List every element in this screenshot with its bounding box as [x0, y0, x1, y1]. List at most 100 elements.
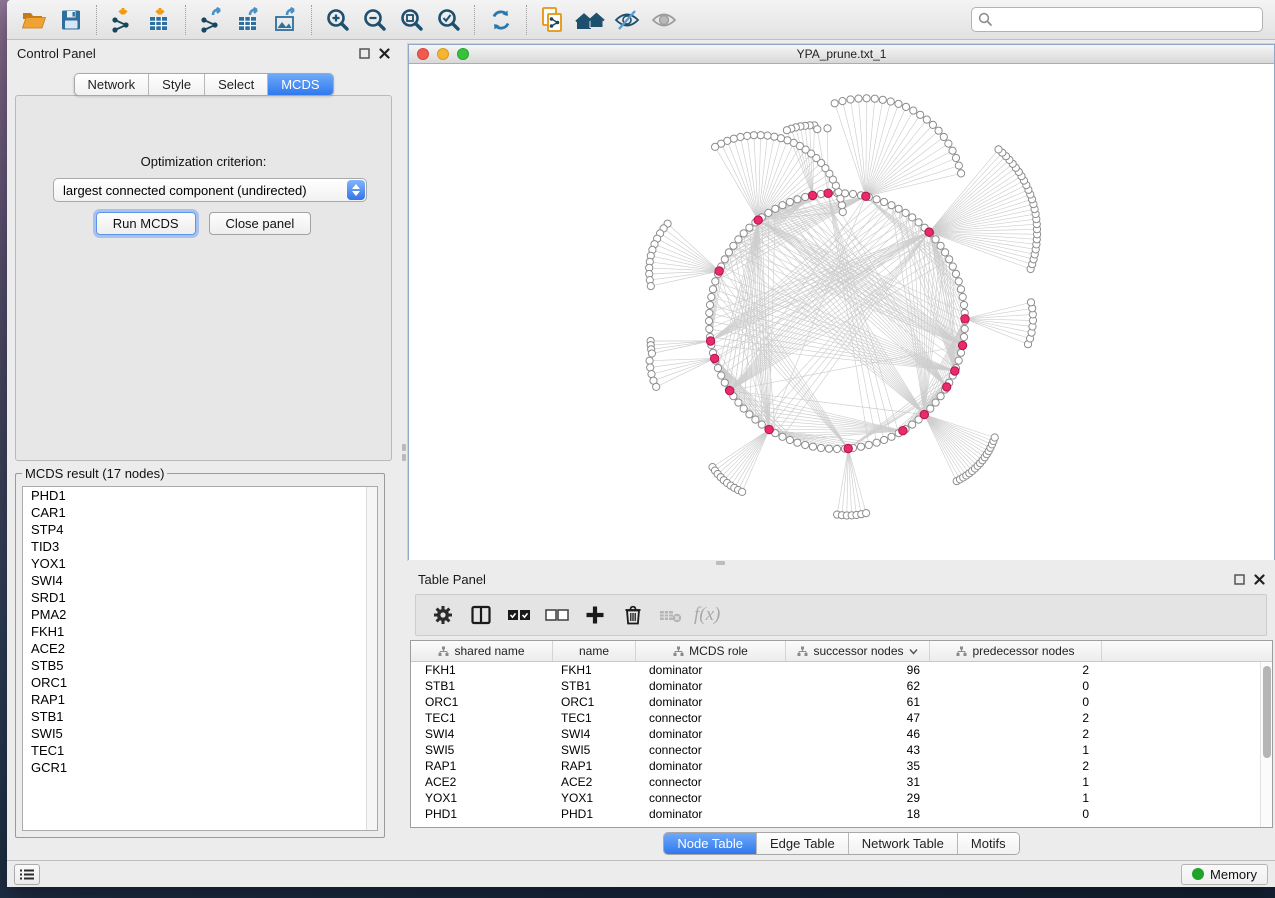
- mcds-result-item[interactable]: STB5: [23, 657, 377, 674]
- delete-table-icon: [658, 606, 684, 624]
- mcds-result-item[interactable]: ACE2: [23, 640, 377, 657]
- table-row[interactable]: SWI4SWI4dominator462: [411, 726, 1272, 742]
- export-network-icon: [198, 7, 226, 33]
- cell-MCDS-role: connector: [636, 791, 786, 805]
- column-header-predecessor-nodes[interactable]: predecessor nodes: [930, 641, 1102, 661]
- table-row[interactable]: STB1STB1dominator620: [411, 678, 1272, 694]
- new-network-from-selection-button[interactable]: [534, 4, 571, 36]
- mcds-result-item[interactable]: PMA2: [23, 606, 377, 623]
- import-table-button[interactable]: [141, 4, 178, 36]
- tab-node-table[interactable]: Node Table: [664, 833, 757, 854]
- column-header-shared-name[interactable]: shared name: [411, 641, 553, 661]
- cell-predecessor-nodes: 0: [930, 807, 1102, 821]
- mcds-result-item[interactable]: CAR1: [23, 504, 377, 521]
- mcds-result-item[interactable]: STP4: [23, 521, 377, 538]
- cell-predecessor-nodes: 2: [930, 663, 1102, 677]
- mcds-result-item[interactable]: STB1: [23, 708, 377, 725]
- search-icon: [978, 12, 993, 32]
- apply-layout-button[interactable]: [482, 4, 519, 36]
- open-folder-icon: [21, 8, 47, 32]
- mcds-result-item[interactable]: YOX1: [23, 555, 377, 572]
- tab-select[interactable]: Select: [205, 74, 268, 95]
- show-column-panel-button[interactable]: [466, 600, 496, 630]
- home-networks-button[interactable]: [571, 4, 608, 36]
- table-scrollbar-thumb[interactable]: [1263, 666, 1271, 758]
- save-session-button[interactable]: [52, 4, 89, 36]
- task-history-button[interactable]: [14, 864, 40, 885]
- network-canvas[interactable]: [409, 64, 1274, 599]
- close-table-panel-icon[interactable]: [1254, 574, 1265, 585]
- vertical-splitter[interactable]: [400, 40, 408, 860]
- column-header-name[interactable]: name: [553, 641, 636, 661]
- mcds-result-item[interactable]: SRD1: [23, 589, 377, 606]
- column-header-successor-nodes[interactable]: successor nodes: [786, 641, 930, 661]
- tab-network[interactable]: Network: [74, 74, 149, 95]
- show-hidden-button[interactable]: [645, 4, 682, 36]
- table-row[interactable]: FKH1FKH1dominator962: [411, 662, 1272, 678]
- close-panel-button[interactable]: Close panel: [209, 212, 312, 235]
- zoom-out-button[interactable]: [356, 4, 393, 36]
- search-input[interactable]: [971, 7, 1263, 32]
- float-table-panel-icon[interactable]: [1234, 574, 1245, 585]
- cell-shared-name: STB1: [411, 679, 553, 693]
- open-file-button[interactable]: [15, 4, 52, 36]
- mcds-result-item[interactable]: TID3: [23, 538, 377, 555]
- mcds-result-item[interactable]: ORC1: [23, 674, 377, 691]
- export-network-button[interactable]: [193, 4, 230, 36]
- table-row[interactable]: RAP1RAP1dominator352: [411, 758, 1272, 774]
- close-panel-icon[interactable]: [379, 48, 390, 59]
- memory-button[interactable]: Memory: [1181, 864, 1268, 885]
- export-table-button[interactable]: [230, 4, 267, 36]
- mcds-result-item[interactable]: SWI5: [23, 725, 377, 742]
- select-stepper-icon: [347, 180, 365, 200]
- table-row[interactable]: TEC1TEC1connector472: [411, 710, 1272, 726]
- import-network-button[interactable]: [104, 4, 141, 36]
- table-toolbar: f(x): [415, 594, 1267, 636]
- table-row[interactable]: SWI5SWI5connector431: [411, 742, 1272, 758]
- cell-MCDS-role: dominator: [636, 727, 786, 741]
- network-window-titlebar[interactable]: YPA_prune.txt_1: [409, 45, 1274, 64]
- mcds-result-item[interactable]: RAP1: [23, 691, 377, 708]
- float-panel-icon[interactable]: [359, 48, 370, 59]
- cell-predecessor-nodes: 1: [930, 743, 1102, 757]
- mcds-result-item[interactable]: GCR1: [23, 759, 377, 776]
- result-list-scrollbar[interactable]: [366, 487, 377, 830]
- table-scrollbar[interactable]: [1260, 662, 1272, 827]
- mcds-result-item[interactable]: TEC1: [23, 742, 377, 759]
- cell-name: TEC1: [553, 711, 636, 725]
- columns-icon: [470, 604, 492, 626]
- zoom-selected-button[interactable]: [430, 4, 467, 36]
- tab-mcds[interactable]: MCDS: [268, 74, 332, 95]
- table-settings-button[interactable]: [428, 600, 458, 630]
- select-all-rows-button[interactable]: [504, 600, 534, 630]
- network-window-title: YPA_prune.txt_1: [409, 47, 1274, 61]
- cell-predecessor-nodes: 2: [930, 759, 1102, 773]
- mcds-result-item[interactable]: FKH1: [23, 623, 377, 640]
- hide-selected-button[interactable]: [608, 4, 645, 36]
- tab-style[interactable]: Style: [149, 74, 205, 95]
- tab-motifs[interactable]: Motifs: [958, 833, 1019, 854]
- optimization-criterion-select[interactable]: largest connected component (undirected): [53, 178, 367, 202]
- mcds-result-list[interactable]: PHD1CAR1STP4TID3YOX1SWI4SRD1PMA2FKH1ACE2…: [22, 486, 378, 831]
- mcds-result-item[interactable]: PHD1: [23, 487, 377, 504]
- table-row[interactable]: PHD1PHD1dominator180: [411, 806, 1272, 822]
- table-row[interactable]: ORC1ORC1dominator610: [411, 694, 1272, 710]
- cell-predecessor-nodes: 1: [930, 775, 1102, 789]
- zoom-in-button[interactable]: [319, 4, 356, 36]
- table-row[interactable]: YOX1YOX1connector291: [411, 790, 1272, 806]
- tab-edge-table[interactable]: Edge Table: [757, 833, 849, 854]
- tab-network-table[interactable]: Network Table: [849, 833, 958, 854]
- export-image-button[interactable]: [267, 4, 304, 36]
- mcds-result-item[interactable]: SWI4: [23, 572, 377, 589]
- cell-successor-nodes: 96: [786, 663, 930, 677]
- column-header-MCDS-role[interactable]: MCDS role: [636, 641, 786, 661]
- cell-name: SWI5: [553, 743, 636, 757]
- delete-column-button[interactable]: [618, 600, 648, 630]
- cell-shared-name: FKH1: [411, 663, 553, 677]
- zoom-fit-button[interactable]: [393, 4, 430, 36]
- cell-shared-name: RAP1: [411, 759, 553, 773]
- deselect-all-rows-button[interactable]: [542, 600, 572, 630]
- add-column-button[interactable]: [580, 600, 610, 630]
- run-mcds-button[interactable]: Run MCDS: [96, 212, 196, 235]
- table-row[interactable]: ACE2ACE2connector311: [411, 774, 1272, 790]
